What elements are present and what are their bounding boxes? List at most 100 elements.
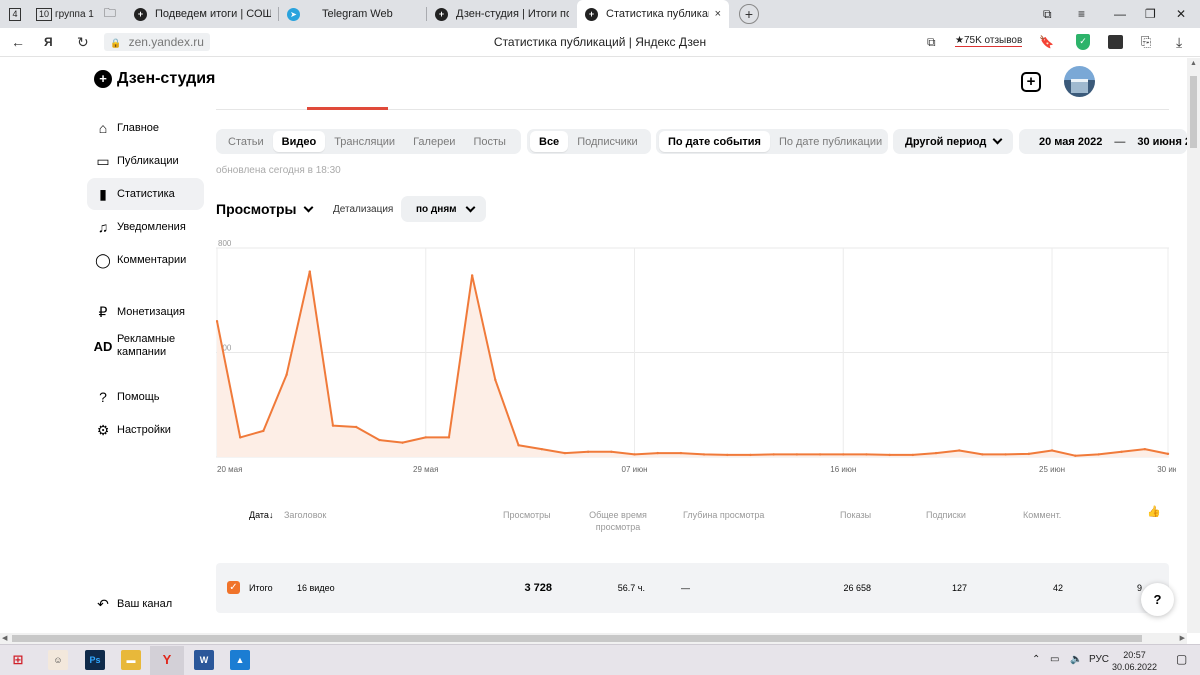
- data-point: [958, 449, 961, 452]
- ruble-icon: ₽: [98, 303, 108, 320]
- clock-date: 30.06.2022: [1112, 662, 1158, 672]
- tab-group-button[interactable]: 10 группа 1 🗀: [30, 0, 126, 28]
- total-title: 16 видео: [297, 583, 335, 593]
- data-point: [586, 450, 590, 453]
- tab-by-event-date[interactable]: По дате события: [659, 131, 770, 152]
- publications-icon: ▭: [96, 152, 110, 169]
- menu-icon[interactable]: ≡: [1078, 0, 1085, 28]
- protect-shield-icon[interactable]: ✓: [1076, 34, 1090, 50]
- tab-all[interactable]: Все: [530, 131, 569, 152]
- translate-icon[interactable]: ⧉: [927, 34, 936, 50]
- scroll-left-icon[interactable]: ◀: [2, 634, 7, 642]
- tab-galleries[interactable]: Галереи: [404, 131, 464, 152]
- col-comments[interactable]: Коммент.: [1023, 509, 1061, 521]
- sidebar-item-help[interactable]: ? Помощь: [87, 381, 204, 413]
- sidebar-item-your-channel[interactable]: ↶ Ваш канал: [87, 588, 204, 620]
- tab-broadcasts[interactable]: Трансляции: [325, 131, 404, 152]
- data-point: [702, 453, 706, 456]
- date-range[interactable]: 20 мая 2022 — 30 июня 2022: [1019, 129, 1200, 154]
- zen-logo-icon: +: [94, 70, 112, 88]
- data-point: [238, 436, 242, 439]
- photos-icon[interactable]: ▲: [230, 650, 250, 670]
- reviews-badge[interactable]: ★75K отзывов: [955, 35, 1023, 47]
- content-type-tabs: Статьи Видео Трансляции Галереи Посты: [216, 129, 521, 154]
- scroll-up-icon[interactable]: ▲: [1190, 60, 1197, 67]
- tab-by-publication-date[interactable]: По дате публикации: [770, 131, 891, 152]
- col-depth[interactable]: Глубина просмотра: [683, 509, 764, 521]
- metric-select[interactable]: Просмотры: [216, 201, 313, 217]
- bookmark-icon[interactable]: 🔖: [1039, 34, 1054, 50]
- detail-select[interactable]: по дням: [401, 196, 486, 222]
- help-button[interactable]: ?: [1141, 583, 1174, 616]
- scroll-right-icon[interactable]: ▶: [1180, 634, 1185, 642]
- lang-indicator[interactable]: РУС: [1089, 654, 1109, 665]
- sidebar-item-statistics[interactable]: ▮ Статистика: [87, 178, 204, 210]
- sidebar-item-monetization[interactable]: ₽ Монетизация: [87, 296, 204, 328]
- sidebar-item-ad-campaigns[interactable]: AD Рекламные кампании: [87, 329, 204, 363]
- window-close-icon[interactable]: ✕: [1176, 0, 1186, 28]
- updated-note: обновлена сегодня в 18:30: [216, 165, 341, 176]
- sidebar-item-label: Публикации: [117, 155, 179, 167]
- sidebar-item-settings[interactable]: ⚙ Настройки: [87, 414, 204, 446]
- scroll-thumb[interactable]: [1190, 76, 1197, 148]
- like-icon[interactable]: 👍: [1147, 506, 1161, 518]
- col-views[interactable]: Просмотры: [503, 509, 551, 521]
- data-point: [1143, 447, 1147, 451]
- file-explorer-icon[interactable]: ▬: [121, 650, 141, 670]
- tab-subscribers[interactable]: Подписчики: [568, 131, 647, 152]
- scroll-thumb[interactable]: [12, 635, 1142, 642]
- data-point: [1120, 450, 1123, 453]
- date-from[interactable]: 20 мая 2022: [1019, 129, 1114, 154]
- sidebar-item-notifications[interactable]: ♫ Уведомления: [87, 211, 204, 243]
- app-user-icon[interactable]: ☺: [48, 650, 68, 670]
- y-tick-label: 800: [218, 239, 232, 248]
- restore-icon[interactable]: ❐: [1145, 0, 1156, 28]
- views-chart[interactable]: 040080020 мая29 мая07 июн16 июн25 июн30 …: [216, 238, 1176, 478]
- col-title[interactable]: Заголовок: [284, 509, 326, 521]
- col-date[interactable]: Дата↓: [249, 509, 273, 521]
- new-tab-button[interactable]: +: [739, 4, 759, 24]
- horizontal-scrollbar[interactable]: ◀ ▶: [0, 633, 1187, 644]
- col-impressions[interactable]: Показы: [840, 509, 871, 521]
- tray-arrow-icon[interactable]: ⌃: [1032, 654, 1040, 665]
- sidebar-item-label: Комментарии: [117, 254, 187, 266]
- tab-video[interactable]: Видео: [272, 131, 326, 152]
- create-button[interactable]: +: [1021, 72, 1041, 92]
- collections-icon[interactable]: ⎘: [1141, 34, 1151, 50]
- close-icon[interactable]: ×: [715, 8, 721, 20]
- col-total-time[interactable]: Общее время просмотра: [583, 509, 653, 533]
- windows-start-icon[interactable]: ⊞: [8, 650, 28, 670]
- sidebar-item-home[interactable]: ⌂ Главное: [87, 112, 204, 144]
- download-icon[interactable]: ⤓: [1176, 34, 1182, 50]
- tabs-manager-icon[interactable]: ⧉: [1043, 0, 1052, 28]
- word-icon[interactable]: W: [194, 650, 214, 670]
- clock[interactable]: 20:57 30.06.2022: [1112, 649, 1157, 673]
- minimize-icon[interactable]: —: [1114, 0, 1126, 28]
- period-select[interactable]: Другой период: [893, 129, 1013, 154]
- yandex-browser-icon[interactable]: Y: [157, 650, 177, 670]
- chevron-down-icon: [303, 202, 313, 212]
- avatar[interactable]: [1064, 66, 1095, 97]
- data-point: [610, 450, 613, 453]
- photoshop-icon[interactable]: Ps: [85, 650, 105, 670]
- col-subscriptions[interactable]: Подписки: [926, 509, 966, 521]
- extension-icon[interactable]: [1108, 35, 1123, 49]
- tab-zen-studio[interactable]: + Дзен-студия | Итоги попу: [427, 0, 577, 28]
- vertical-scrollbar[interactable]: ▲: [1187, 58, 1200, 633]
- tab-posts[interactable]: Посты: [464, 131, 514, 152]
- data-point: [633, 453, 636, 456]
- tab-telegram[interactable]: ➤ Telegram Web: [279, 0, 427, 28]
- sidebar-item-comments[interactable]: ◯ Комментарии: [87, 244, 204, 276]
- zen-studio-logo[interactable]: + Дзен-студия: [94, 70, 215, 88]
- volume-icon[interactable]: 🔈: [1070, 654, 1082, 665]
- home-tabs-button[interactable]: 4: [0, 0, 30, 28]
- telegram-icon: ➤: [287, 7, 300, 21]
- windows-taskbar: ⊞ ☺ Ps ▬ Y W ▲ ⌃ ▭ 🔈 РУС 20:57 30.06.202…: [0, 644, 1200, 675]
- notifications-icon[interactable]: ▢: [1176, 652, 1187, 666]
- sidebar-item-publications[interactable]: ▭ Публикации: [87, 145, 204, 177]
- total-checkbox[interactable]: ✓: [227, 581, 240, 594]
- network-icon[interactable]: ▭: [1050, 654, 1059, 665]
- tab-articles[interactable]: Статьи: [219, 131, 273, 152]
- tab-statistics[interactable]: + Статистика публикаций ×: [577, 0, 729, 28]
- tab-sosh[interactable]: + Подведем итоги | СОШ №: [126, 0, 279, 28]
